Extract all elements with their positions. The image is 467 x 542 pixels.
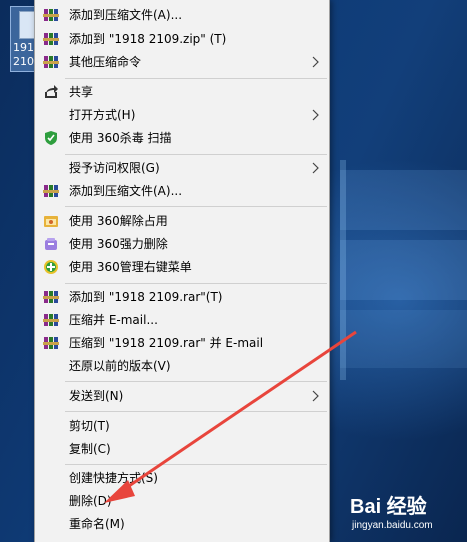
menu-item-delete[interactable]: 删除(D) [35,490,329,512]
menu-separator [65,206,327,207]
menu-item-360-menu-manager[interactable]: 使用 360管理右键菜单 [35,256,329,278]
winrar-icon [43,183,59,199]
context-menu: 添加到压缩文件(A)... 添加到 "1918 2109.zip" (T) 其他… [34,0,330,542]
menu-item-grant-access[interactable]: 授予访问权限(G) [35,157,329,179]
wallpaper-light-panel [340,170,467,230]
menu-separator [65,78,327,79]
menu-item-compress-and-email[interactable]: 压缩并 E-mail... [35,309,329,331]
360-unlock-icon [43,213,59,229]
watermark-url: jingyan.baidu.com [352,520,433,531]
menu-item-360-force-delete[interactable]: 使用 360强力删除 [35,233,329,255]
menu-item-open-with[interactable]: 打开方式(H) [35,104,329,126]
360-antivirus-icon [43,130,59,146]
menu-separator [65,381,327,382]
menu-item-other-compress-commands[interactable]: 其他压缩命令 [35,51,329,73]
winrar-icon [43,7,59,23]
winrar-icon [43,31,59,47]
menu-separator [65,464,327,465]
menu-item-send-to[interactable]: 发送到(N) [35,385,329,407]
wallpaper-light-panel [340,240,467,300]
menu-item-add-to-archive-2[interactable]: 添加到压缩文件(A)... [35,180,329,202]
360-force-delete-icon [43,236,59,252]
share-icon [43,84,59,100]
360-menu-manager-icon [43,259,59,275]
menu-item-copy[interactable]: 复制(C) [35,438,329,460]
wallpaper-light-beam [340,160,346,380]
chevron-right-icon [312,109,319,121]
winrar-icon [43,54,59,70]
chevron-right-icon [312,390,319,402]
menu-separator [65,411,327,412]
chevron-right-icon [312,56,319,68]
menu-item-add-to-rar[interactable]: 添加到 "1918 2109.rar"(T) [35,286,329,308]
menu-item-compress-to-rar-and-email[interactable]: 压缩到 "1918 2109.rar" 并 E-mail [35,332,329,354]
watermark-brand: Bai 经验 [350,496,427,518]
chevron-right-icon [312,162,319,174]
winrar-icon [43,335,59,351]
menu-item-share[interactable]: 共享 [35,81,329,103]
wallpaper-light-panel [340,310,467,368]
winrar-icon [43,289,59,305]
winrar-icon [43,312,59,328]
menu-separator [65,154,327,155]
menu-item-360-antivirus-scan[interactable]: 使用 360杀毒 扫描 [35,127,329,149]
menu-item-create-shortcut[interactable]: 创建快捷方式(S) [35,467,329,489]
baidu-jingyan-watermark: Bai 经验 jingyan.baidu.com [350,490,465,542]
menu-item-rename[interactable]: 重命名(M) [35,513,329,535]
menu-separator [65,283,327,284]
menu-item-restore-previous-versions[interactable]: 还原以前的版本(V) [35,355,329,377]
menu-item-cut[interactable]: 剪切(T) [35,415,329,437]
menu-item-360-unlock[interactable]: 使用 360解除占用 [35,210,329,232]
menu-item-add-to-archive[interactable]: 添加到压缩文件(A)... [35,4,329,26]
menu-item-add-to-zip[interactable]: 添加到 "1918 2109.zip" (T) [35,28,329,50]
